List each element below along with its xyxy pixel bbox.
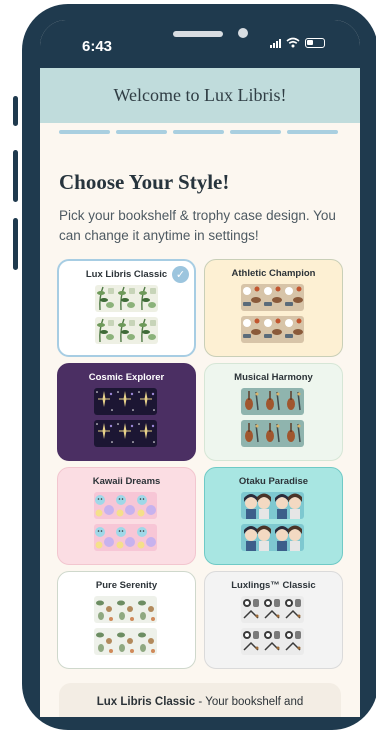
theme-card-lux-libris-classic[interactable]: Lux Libris Classic ✓: [57, 259, 196, 357]
theme-card-label: Cosmic Explorer: [88, 372, 165, 383]
theme-card-label: Kawaii Dreams: [92, 476, 161, 487]
theme-card-kawaii-dreams[interactable]: Kawaii Dreams: [57, 467, 196, 565]
theme-card-athletic-champion[interactable]: Athletic Champion: [204, 259, 343, 357]
theme-preview-image: [95, 285, 158, 312]
page-title: Choose Your Style!: [59, 170, 230, 194]
page-subtitle: Pick your bookshelf & trophy case design…: [59, 208, 336, 243]
theme-card-otaku-paradise[interactable]: Otaku Paradise: [204, 467, 343, 565]
progress-step: [287, 130, 338, 134]
theme-preview-image: [94, 420, 157, 447]
progress-steps: [59, 130, 338, 134]
camera-dot: [238, 28, 248, 38]
theme-preview-image: [241, 284, 304, 311]
signal-icon: [270, 38, 281, 48]
speaker-grille: [173, 31, 223, 37]
theme-preview-image: [241, 388, 304, 415]
theme-card-luxlings-classic[interactable]: Luxlings™ Classic: [204, 571, 343, 669]
volume-down-button: [13, 218, 18, 270]
progress-step: [116, 130, 167, 134]
status-icons: [270, 37, 325, 48]
wifi-icon: [286, 37, 300, 48]
theme-card-label: Otaku Paradise: [238, 476, 309, 487]
theme-card-label: Athletic Champion: [231, 268, 316, 279]
theme-preview-image: [241, 596, 304, 623]
volume-up-button: [13, 150, 18, 202]
silent-switch: [13, 96, 18, 126]
theme-preview-image: [94, 524, 157, 551]
theme-card-cosmic-explorer[interactable]: Cosmic Explorer: [57, 363, 196, 461]
selected-theme-summary: Lux Libris Classic - Your bookshelf and: [59, 683, 341, 717]
progress-step: [59, 130, 110, 134]
battery-icon: [305, 37, 325, 48]
theme-preview-image: [241, 628, 304, 655]
theme-preview-image: [241, 524, 304, 551]
theme-card-musical-harmony[interactable]: Musical Harmony: [204, 363, 343, 461]
summary-theme-name: Lux Libris Classic: [96, 696, 196, 708]
theme-card-label: Musical Harmony: [234, 372, 313, 383]
status-time: 6:43: [82, 38, 113, 55]
welcome-header: Welcome to Lux Libris!: [40, 68, 360, 123]
summary-text: - Your bookshelf and: [195, 696, 304, 708]
theme-preview-image: [241, 420, 304, 447]
theme-preview-image: [94, 596, 157, 623]
theme-card-label: Pure Serenity: [95, 580, 158, 591]
status-bar: 6:43: [40, 20, 360, 68]
theme-card-label: Luxlings™ Classic: [231, 580, 316, 591]
selected-check-icon: ✓: [172, 266, 189, 283]
theme-preview-image: [241, 316, 304, 343]
theme-preview-image: [94, 388, 157, 415]
theme-preview-image: [241, 492, 304, 519]
progress-step: [173, 130, 224, 134]
screen: 6:43 Welcome to Lux Libris! Choose Your …: [40, 20, 360, 717]
theme-preview-image: [94, 492, 157, 519]
progress-step: [230, 130, 281, 134]
theme-card-pure-serenity[interactable]: Pure Serenity: [57, 571, 196, 669]
theme-preview-image: [94, 628, 157, 655]
theme-preview-image: [95, 317, 158, 344]
